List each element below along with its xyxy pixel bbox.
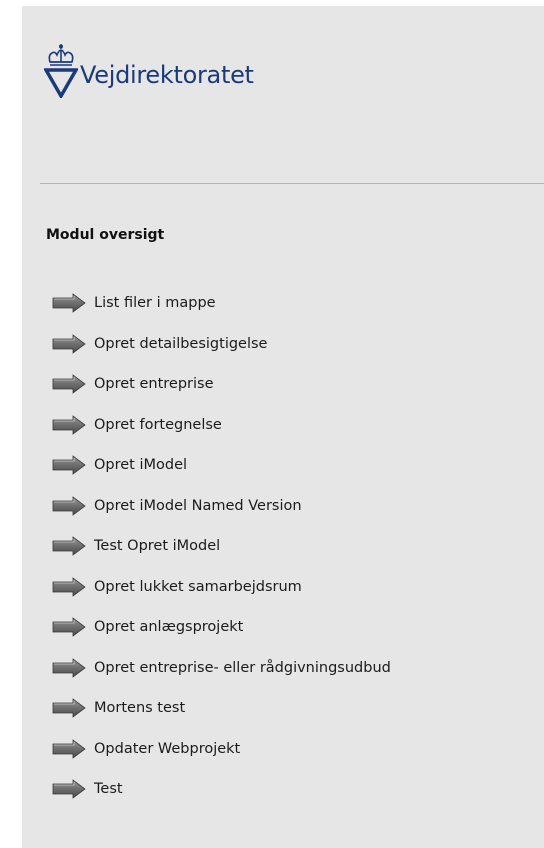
arrow-right-icon bbox=[52, 495, 86, 516]
arrow-right-icon bbox=[52, 455, 86, 475]
module-link-label: Mortens test bbox=[94, 700, 186, 716]
section-title: Modul oversigt bbox=[46, 227, 165, 243]
module-list: List filer i mappe Opret detailbesigtige… bbox=[52, 293, 391, 820]
vejdirektoratet-logo[interactable]: Vejdirektoratet bbox=[44, 40, 254, 100]
module-link-label: Opret entreprise- eller rådgivningsudbud bbox=[94, 659, 391, 676]
module-link[interactable]: Test bbox=[52, 779, 391, 799]
module-link-label: Opret lukket samarbejdsrum bbox=[94, 578, 302, 595]
arrow-right-icon bbox=[52, 414, 86, 435]
module-link-label: Opdater Webprojekt bbox=[94, 740, 241, 757]
module-link-label: Test bbox=[94, 781, 123, 797]
module-link[interactable]: Opdater Webprojekt bbox=[52, 738, 391, 759]
module-link-label: Test Opret iModel bbox=[94, 538, 221, 554]
module-link-label: List filer i mappe bbox=[94, 295, 216, 311]
arrow-right-icon bbox=[52, 657, 86, 678]
arrow-right-icon bbox=[52, 333, 86, 354]
header-divider bbox=[40, 183, 544, 184]
module-link[interactable]: Opret iModel bbox=[52, 455, 391, 475]
arrow-right-icon bbox=[52, 293, 86, 313]
module-link-label: Opret entreprise bbox=[94, 376, 214, 392]
module-link-label: Opret fortegnelse bbox=[94, 416, 222, 433]
module-link[interactable]: Opret lukket samarbejdsrum bbox=[52, 576, 391, 597]
arrow-right-icon bbox=[52, 617, 86, 637]
arrow-right-icon bbox=[52, 738, 86, 759]
module-link[interactable]: Opret anlægsprojekt bbox=[52, 617, 391, 637]
crown-triangle-logo-icon bbox=[44, 44, 78, 98]
module-link-label: Opret anlægsprojekt bbox=[94, 619, 244, 635]
arrow-right-icon bbox=[52, 576, 86, 597]
module-link[interactable]: Opret entreprise bbox=[52, 374, 391, 394]
module-link[interactable]: List filer i mappe bbox=[52, 293, 391, 313]
arrow-right-icon bbox=[52, 779, 86, 799]
page-panel: Vejdirektoratet Modul oversigt List file… bbox=[22, 6, 544, 848]
module-link[interactable]: Opret fortegnelse bbox=[52, 414, 391, 435]
arrow-right-icon bbox=[52, 374, 86, 394]
arrow-right-icon bbox=[52, 698, 86, 718]
module-link-label: Opret iModel bbox=[94, 457, 188, 473]
module-link[interactable]: Opret entreprise- eller rådgivningsudbud bbox=[52, 657, 391, 678]
arrow-right-icon bbox=[52, 536, 86, 556]
module-link[interactable]: Opret iModel Named Version bbox=[52, 495, 391, 516]
module-link[interactable]: Opret detailbesigtigelse bbox=[52, 333, 391, 354]
module-link[interactable]: Mortens test bbox=[52, 698, 391, 718]
module-link-label: Opret iModel Named Version bbox=[94, 497, 302, 514]
module-link-label: Opret detailbesigtigelse bbox=[94, 335, 268, 352]
logo-text: Vejdirektoratet bbox=[80, 61, 254, 89]
module-link[interactable]: Test Opret iModel bbox=[52, 536, 391, 556]
